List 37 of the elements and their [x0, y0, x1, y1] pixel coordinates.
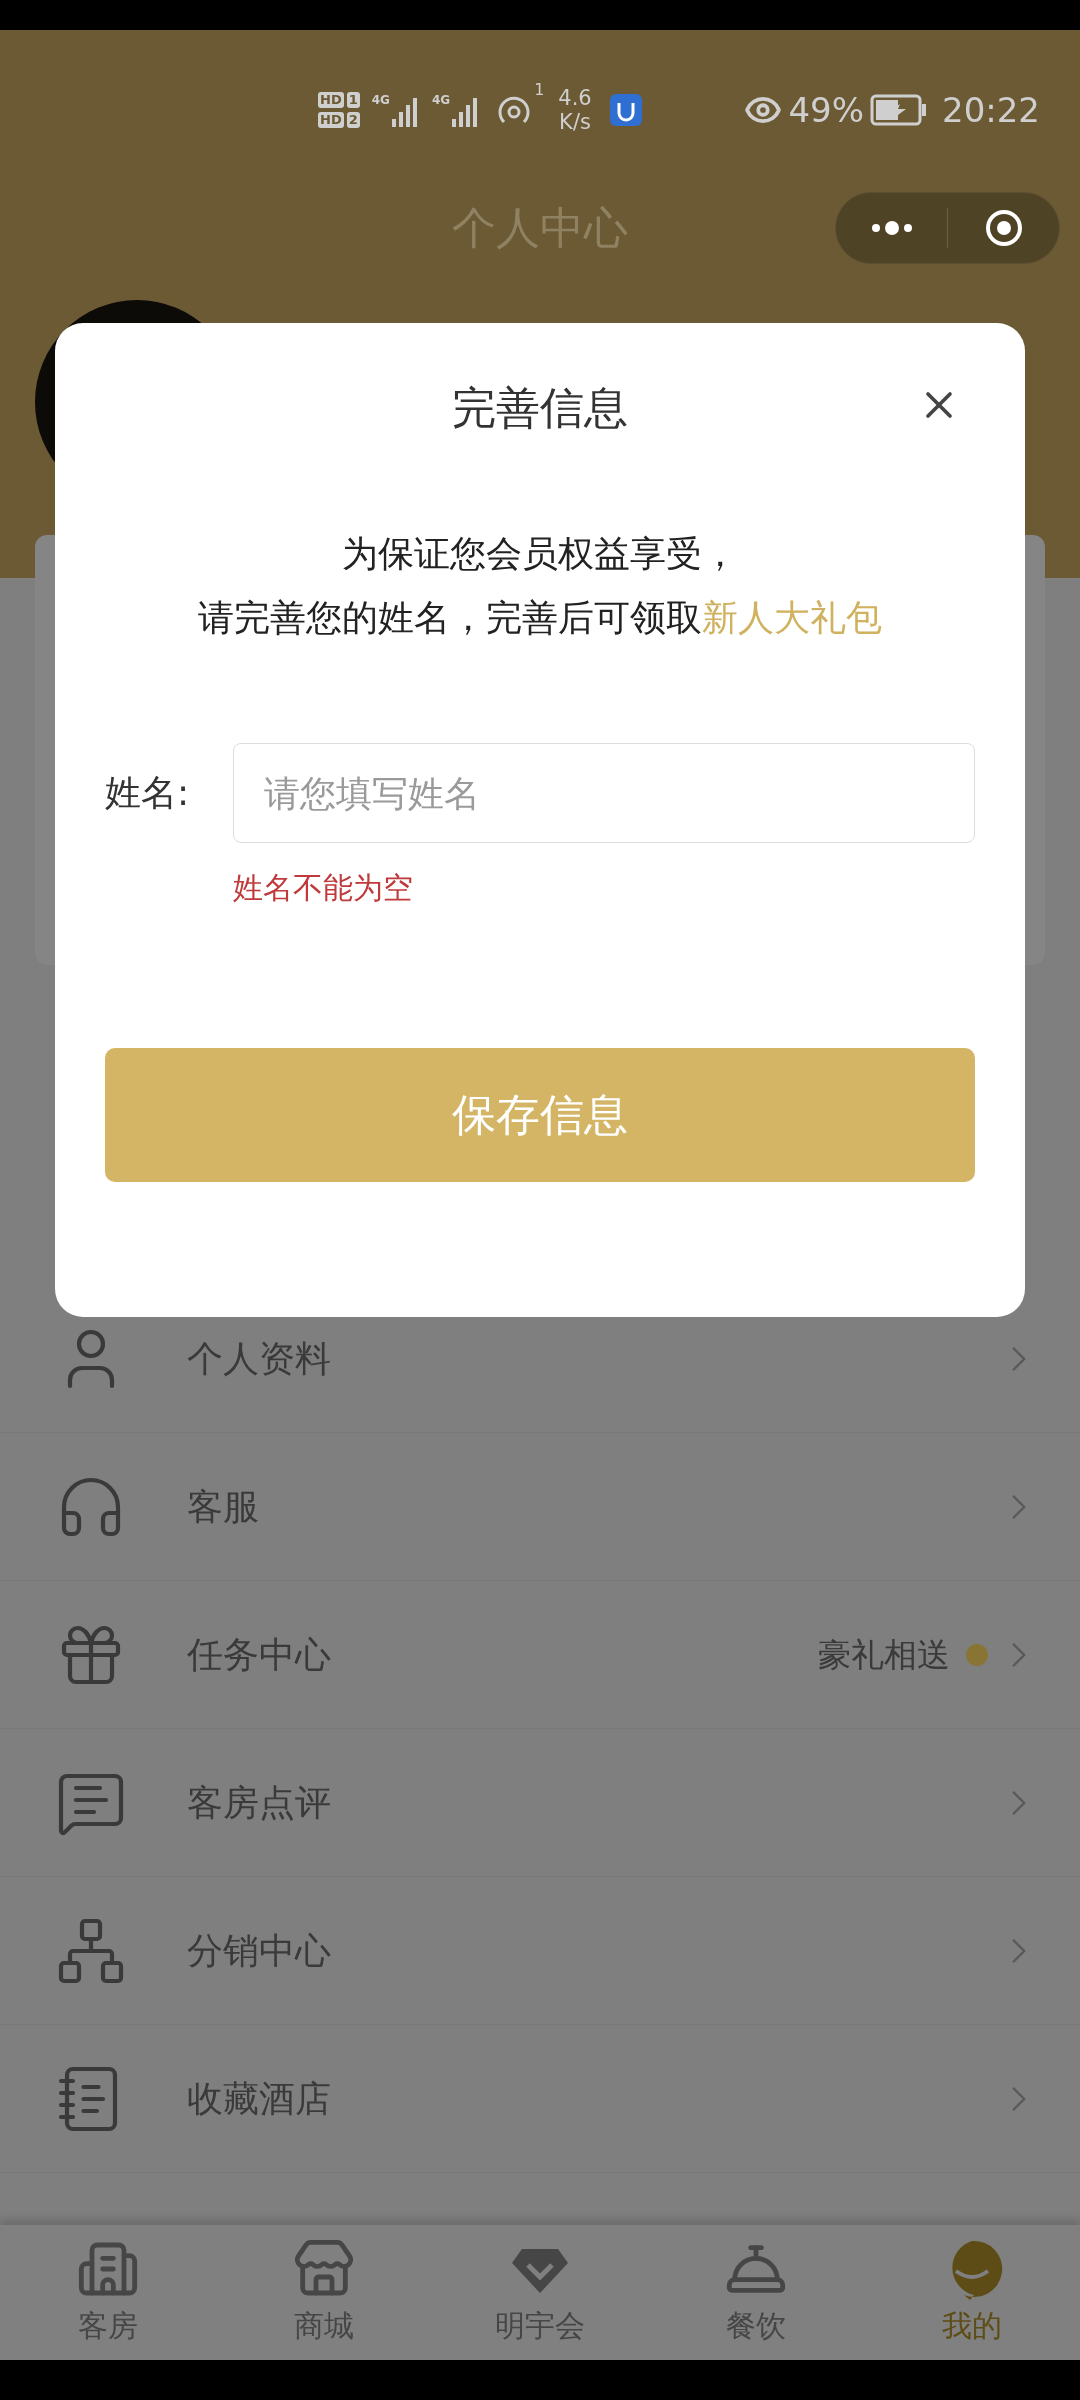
close-target-icon[interactable]: [983, 208, 1024, 248]
sim-label: HD: [318, 112, 344, 128]
dialog-title: 完善信息: [452, 381, 628, 435]
sim-label: HD: [318, 92, 344, 108]
menu-label: 客房点评: [187, 1780, 331, 1825]
menu-item[interactable]: 分销中心: [0, 1877, 1080, 2025]
clock: 20:22: [942, 88, 1040, 132]
save-button[interactable]: 保存信息: [105, 1048, 975, 1182]
hotspot-count: 1: [534, 79, 545, 101]
dialog-message: 请完善您的姓名，完善后可领取新人大礼包: [198, 596, 882, 640]
field-label: 姓名:: [105, 771, 191, 815]
menu-label: 任务中心: [187, 1632, 331, 1677]
sim-number: 1: [346, 92, 360, 108]
menu-label: 个人资料: [187, 1336, 331, 1381]
menu-item[interactable]: 客房点评: [0, 1729, 1080, 1877]
network-type: 4G: [371, 93, 390, 107]
sim-number: 2: [346, 112, 360, 128]
tab[interactable]: 商城: [216, 2225, 432, 2360]
tab[interactable]: 我的: [864, 2225, 1080, 2360]
dialog-message: 为保证您会员权益享受，: [342, 532, 738, 576]
menu-item[interactable]: 收藏酒店: [0, 2025, 1080, 2173]
speed-unit: K/s: [559, 110, 591, 134]
menu-item[interactable]: 客服: [0, 1433, 1080, 1581]
menu-label: 分销中心: [187, 1928, 331, 1973]
battery-percent: 49%: [788, 88, 864, 132]
battery-charging-icon: [870, 94, 928, 126]
menu-label: 收藏酒店: [187, 2076, 331, 2121]
tab[interactable]: 客房: [0, 2225, 216, 2360]
error-message: 姓名不能为空: [233, 869, 413, 907]
tab[interactable]: 餐饮: [648, 2225, 864, 2360]
promo-text: 豪礼相送: [818, 1633, 950, 1676]
menu-label: 客服: [187, 1484, 259, 1529]
menu-item[interactable]: 任务中心 豪礼相送: [0, 1581, 1080, 1729]
name-input[interactable]: 请您填写姓名: [233, 743, 975, 843]
network-speed: 4.6: [558, 86, 592, 110]
network-type: 4G: [431, 93, 451, 107]
tab[interactable]: 明宇会: [432, 2225, 648, 2360]
